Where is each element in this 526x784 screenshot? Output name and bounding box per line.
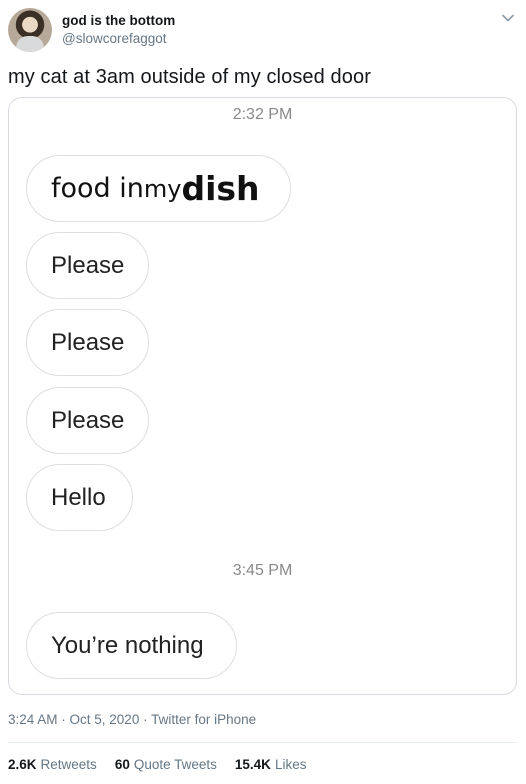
likes-count: 15.4K [234,757,271,772]
message-text-part: my [143,174,182,203]
message-timestamp: 2:32 PM [232,106,293,123]
retweets-stat[interactable]: 2.6K Retweets [8,757,97,772]
chevron-down-icon[interactable] [500,10,516,26]
likes-label: Likes [274,757,307,772]
message-text-part: food in [51,173,144,204]
divider [8,742,517,743]
message-bubble: Please [26,309,149,376]
message-bubble: Please [26,387,149,454]
message-bubble: You’re nothing [26,612,237,679]
tweet-card: god is the bottom @slowcorefaggot my cat… [0,0,526,784]
tweet-stats: 2.6K Retweets 60 Quote Tweets 15.4K Likes [8,757,324,772]
author-handle[interactable]: @slowcorefaggot [62,31,167,46]
message-timestamp: 3:45 PM [232,562,293,579]
author-display-name[interactable]: god is the bottom [62,13,175,28]
tweet-media-image[interactable]: 2:32 PM food in my dish Please Please Pl… [8,97,517,695]
likes-stat[interactable]: 15.4K Likes [235,757,307,772]
retweets-label: Retweets [40,757,97,772]
quote-tweets-label: Quote Tweets [133,757,217,772]
message-bubble: Please [26,232,149,299]
avatar[interactable] [8,8,52,52]
message-bubble-food: food in my dish [26,155,291,222]
quote-tweets-count: 60 [114,757,130,772]
message-text-part: dish [181,169,260,208]
quote-tweets-stat[interactable]: 60 Quote Tweets [115,757,217,772]
message-bubble: Hello [26,464,133,531]
tweet-metadata[interactable]: 3:24 AM · Oct 5, 2020 · Twitter for iPho… [8,712,256,727]
tweet-text: my cat at 3am outside of my closed door [8,66,371,88]
avatar-shirt [16,36,44,52]
retweets-count: 2.6K [8,757,37,772]
